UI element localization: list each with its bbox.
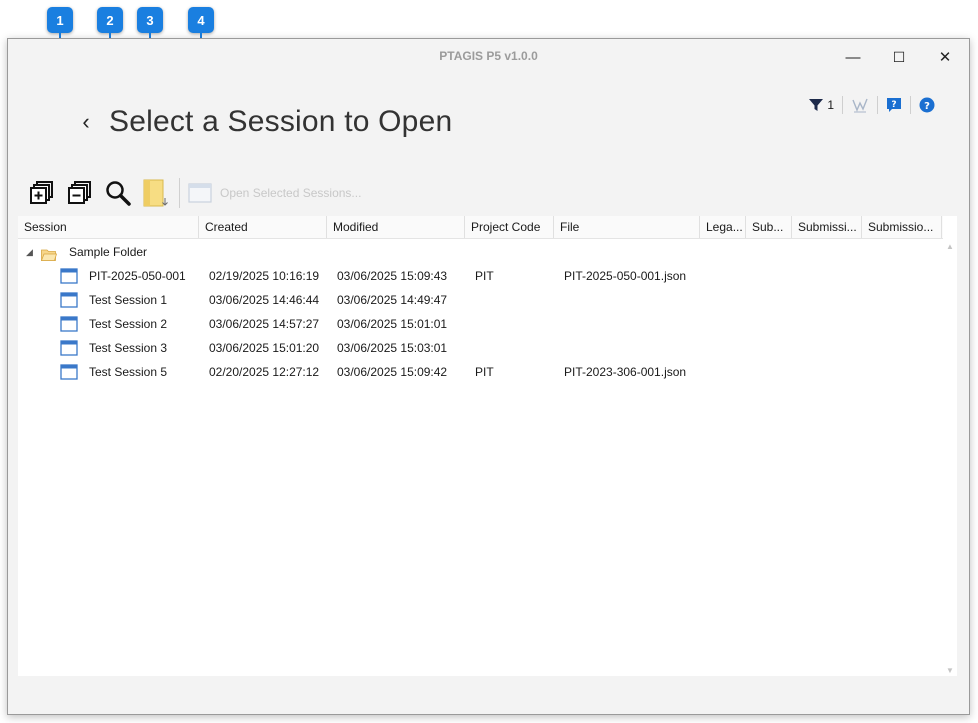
- created-date: 03/06/2025 14:46:44: [209, 293, 320, 307]
- table-row[interactable]: Test Session 5 02/20/2025 12:27:12 03/06…: [18, 360, 943, 384]
- column-header-project-code[interactable]: Project Code: [465, 216, 554, 238]
- search-icon: [106, 181, 131, 206]
- session-name: Test Session 5: [89, 365, 168, 379]
- callout-badge-4: 4: [188, 7, 214, 33]
- page-title: Select a Session to Open: [109, 105, 453, 138]
- window-title: PTAGIS P5 v1.0.0: [439, 49, 538, 63]
- folder-row[interactable]: ◢ Sample Folder: [18, 240, 943, 264]
- filter-button[interactable]: 1: [800, 95, 842, 115]
- project-code: PIT: [475, 365, 494, 379]
- column-header-submission-1[interactable]: Submissi...: [792, 216, 862, 238]
- column-header-file[interactable]: File: [554, 216, 700, 238]
- sign-button[interactable]: [843, 95, 877, 115]
- modified-date: 03/06/2025 15:09:43: [337, 269, 448, 283]
- minimize-button[interactable]: —: [833, 45, 873, 69]
- sessions-grid[interactable]: Session Created Modified Project Code Fi…: [18, 216, 957, 676]
- folder-icon: [143, 179, 168, 207]
- modified-date: 03/06/2025 15:03:01: [337, 341, 448, 355]
- open-selected-sessions-button[interactable]: Open Selected Sessions...: [188, 183, 361, 203]
- session-name: PIT-2025-050-001: [89, 269, 186, 283]
- new-folder-button[interactable]: [137, 175, 175, 211]
- page-header: ‹ Select a Session to Open: [71, 105, 452, 139]
- chevron-left-icon: ‹: [82, 109, 90, 134]
- column-header-created[interactable]: Created: [199, 216, 327, 238]
- created-date: 03/06/2025 14:57:27: [209, 317, 320, 331]
- table-row[interactable]: Test Session 3 03/06/2025 15:01:20 03/06…: [18, 336, 943, 360]
- callout-badge-2: 2: [97, 7, 123, 33]
- expand-all-icon: [30, 181, 53, 204]
- open-folder-icon: [40, 245, 58, 261]
- modified-date: 03/06/2025 15:01:01: [337, 317, 448, 331]
- project-code: PIT: [475, 269, 494, 283]
- created-date: 03/06/2025 15:01:20: [209, 341, 320, 355]
- modified-date: 03/06/2025 14:49:47: [337, 293, 448, 307]
- column-header-modified[interactable]: Modified: [327, 216, 465, 238]
- file-name: PIT-2023-306-001.json: [564, 365, 687, 379]
- file-name: PIT-2025-050-001.json: [564, 269, 687, 283]
- callout-badge-1: 1: [47, 7, 73, 33]
- toolbar: Open Selected Sessions...: [23, 175, 361, 211]
- expand-all-button[interactable]: [23, 175, 61, 211]
- session-icon: [60, 364, 78, 380]
- open-selected-label: Open Selected Sessions...: [220, 186, 362, 200]
- session-icon: [60, 316, 78, 332]
- signature-icon: [852, 98, 868, 113]
- help-icon: ?: [919, 97, 935, 113]
- session-name: Test Session 1: [89, 293, 168, 307]
- session-window-icon: [188, 183, 212, 203]
- table-row[interactable]: Test Session 1 03/06/2025 14:46:44 03/06…: [18, 288, 943, 312]
- filter-icon: [809, 99, 824, 111]
- svg-text:?: ?: [924, 101, 930, 112]
- app-window: PTAGIS P5 v1.0.0 — ☐ ✕ 1 ? ? ‹ Select a …: [7, 38, 970, 715]
- help-button[interactable]: ?: [911, 95, 943, 115]
- scroll-down-arrow-icon[interactable]: ▼: [944, 666, 956, 675]
- expand-arrow-icon[interactable]: ◢: [26, 240, 33, 264]
- table-row[interactable]: Test Session 2 03/06/2025 14:57:27 03/06…: [18, 312, 943, 336]
- grid-header: Session Created Modified Project Code Fi…: [18, 216, 943, 239]
- maximize-button[interactable]: ☐: [879, 45, 919, 69]
- column-header-submission-2[interactable]: Submissio...: [862, 216, 942, 238]
- column-header-sub[interactable]: Sub...: [746, 216, 792, 238]
- table-row[interactable]: PIT-2025-050-001 02/19/2025 10:16:19 03/…: [18, 264, 943, 288]
- modified-date: 03/06/2025 15:09:42: [337, 365, 448, 379]
- scroll-up-arrow-icon[interactable]: ▲: [944, 242, 956, 251]
- folder-name: Sample Folder: [69, 245, 148, 259]
- collapse-all-button[interactable]: [61, 175, 99, 211]
- created-date: 02/20/2025 12:27:12: [209, 365, 320, 379]
- session-icon: [60, 340, 78, 356]
- feedback-button[interactable]: ?: [878, 95, 910, 115]
- collapse-all-icon: [68, 181, 91, 204]
- top-right-toolbar: 1 ? ?: [800, 95, 943, 115]
- created-date: 02/19/2025 10:16:19: [209, 269, 320, 283]
- toolbar-separator: [179, 178, 180, 208]
- back-button[interactable]: ‹: [71, 109, 101, 135]
- session-name: Test Session 3: [89, 341, 168, 355]
- filter-count: 1: [827, 98, 834, 112]
- search-button[interactable]: [99, 175, 137, 211]
- session-icon: [60, 268, 78, 284]
- feedback-question-icon: ?: [887, 98, 901, 112]
- callout-badge-3: 3: [137, 7, 163, 33]
- session-name: Test Session 2: [89, 317, 168, 331]
- session-icon: [60, 292, 78, 308]
- column-header-session[interactable]: Session: [18, 216, 199, 238]
- svg-text:?: ?: [891, 100, 896, 110]
- close-button[interactable]: ✕: [925, 45, 965, 69]
- column-header-legal[interactable]: Lega...: [700, 216, 746, 238]
